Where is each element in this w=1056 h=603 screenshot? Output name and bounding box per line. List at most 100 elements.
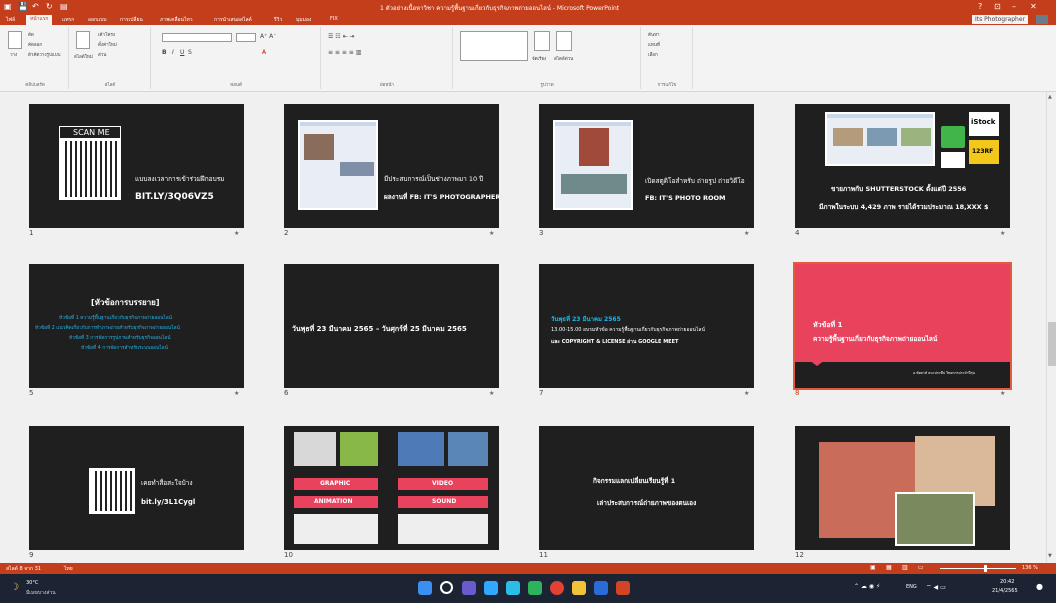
align-icon[interactable]: ≡ ≡ ≡ ≡ ▥: [328, 49, 361, 56]
scroll-down-icon[interactable]: ▼: [1048, 553, 1056, 559]
user-account[interactable]: Its Photographer: [972, 15, 1028, 24]
tab-review[interactable]: รีวิว: [274, 16, 282, 24]
clock-time[interactable]: 20:42: [1000, 579, 1014, 585]
help-button[interactable]: ?: [978, 2, 982, 11]
photoshop-icon[interactable]: [484, 581, 498, 595]
bullets-icon[interactable]: ☰ ☷ ⇤ ⇥: [328, 33, 355, 40]
slide-thumbnail-8[interactable]: หัวข้อที่ 1 ความรู้พื้นฐานเกี่ยวกับธุรกิ…: [793, 262, 1012, 390]
istock-logo: iStock: [969, 112, 999, 136]
redo-icon[interactable]: ↻: [46, 2, 53, 12]
reset-button[interactable]: ตั้งค่าใหม่: [98, 41, 117, 48]
normal-view-icon[interactable]: ▣: [870, 564, 876, 571]
app-icon[interactable]: [528, 581, 542, 595]
font-name-combobox[interactable]: [162, 33, 232, 42]
ribbon-display-button[interactable]: ⊡: [994, 2, 1001, 11]
scroll-up-icon[interactable]: ▲: [1048, 94, 1056, 100]
vertical-scrollbar[interactable]: ▲ ▼: [1046, 92, 1056, 563]
find-button[interactable]: ค้นหา: [648, 31, 660, 38]
language-indicator[interactable]: ไทย: [64, 565, 73, 573]
tab-design[interactable]: ออกแบบ: [88, 16, 107, 24]
weather-temp[interactable]: 30°C: [26, 580, 38, 586]
slide-number: 11: [539, 551, 548, 559]
slide-sorter-icon[interactable]: ▦: [886, 564, 892, 571]
shapes-gallery[interactable]: [460, 31, 528, 61]
search-icon[interactable]: [440, 581, 453, 594]
slide-thumbnail-5[interactable]: [หัวข้อการบรรยาย] หัวข้อที่ 1 ความรู้พื้…: [29, 264, 244, 388]
italic-icon[interactable]: I: [172, 49, 174, 56]
save-icon[interactable]: 💾: [18, 2, 28, 12]
start-slideshow-icon[interactable]: ▤: [60, 2, 68, 12]
quick-styles-button[interactable]: สไตล์ด่วน: [554, 55, 573, 62]
chat-icon[interactable]: [462, 581, 476, 595]
slide-text: หัวข้อที่ 1: [813, 321, 843, 329]
chrome-icon[interactable]: [550, 581, 564, 595]
tab-view[interactable]: มุมมอง: [296, 16, 311, 24]
new-slide-icon[interactable]: [76, 31, 90, 49]
tab-slideshow[interactable]: การนำเสนอสไลด์: [214, 16, 252, 24]
slide-text: bit.ly/3L1Cygl: [141, 498, 196, 506]
select-button[interactable]: เลือก: [648, 51, 658, 58]
underline-icon[interactable]: U: [180, 49, 184, 56]
input-language[interactable]: ENG: [906, 584, 917, 590]
avatar[interactable]: [1036, 15, 1048, 24]
font-size-combobox[interactable]: [236, 33, 256, 42]
file-explorer-icon[interactable]: [572, 581, 586, 595]
start-icon[interactable]: [418, 581, 432, 595]
close-button[interactable]: ✕: [1030, 2, 1037, 11]
slide-thumbnail-11[interactable]: กิจกรรมแลกเปลี่ยนเรียนรู้ที่ 1 เล่าประสบ…: [539, 426, 754, 550]
layout-button[interactable]: เค้าโครง: [98, 31, 115, 38]
clock-date[interactable]: 21/4/2565: [992, 588, 1018, 594]
slide-thumbnail-12[interactable]: [795, 426, 1010, 550]
network-volume-icon[interactable]: ⌔ ◀ ▭: [926, 583, 946, 591]
tab-file[interactable]: ไฟล์: [6, 16, 15, 24]
slide-thumbnail-3[interactable]: เปิดสตูดิโอสำหรับ ถ่ายรูป ถ่ายวิดีโอ FB:…: [539, 104, 754, 228]
section-button[interactable]: ส่วน: [98, 51, 106, 58]
copy-button[interactable]: คัดลอก: [28, 41, 42, 48]
tab-animations[interactable]: ภาพเคลื่อนไหว: [160, 16, 193, 24]
slide-thumbnail-2[interactable]: มีประสบการณ์เป็นช่างภาพมา 10 ปี ผลงานที่…: [284, 104, 499, 228]
format-painter-button[interactable]: ตัวคัดวางรูปแบบ: [28, 51, 61, 58]
tab-transitions[interactable]: การเปลี่ยน: [120, 16, 143, 24]
slide-text: วันพุธที่ 23 มีนาคม 2565: [551, 316, 621, 323]
paste-icon[interactable]: [8, 31, 22, 49]
zoom-level[interactable]: 136 %: [1022, 565, 1038, 571]
paste-label[interactable]: วาง: [10, 51, 17, 58]
slide-text: SOUND: [432, 498, 457, 505]
quick-styles-icon[interactable]: [556, 31, 572, 51]
slide-thumbnail-6[interactable]: วันพุธที่ 23 มีนาคม 2565 – วันศุกร์ที่ 2…: [284, 264, 499, 388]
slide-thumbnail-4[interactable]: iStock 123RF ขายภาพกับ SHUTTERSTOCK ตั้ง…: [795, 104, 1010, 228]
arrange-icon[interactable]: [534, 31, 550, 51]
store-icon[interactable]: [594, 581, 608, 595]
edge-icon[interactable]: [506, 581, 520, 595]
bold-icon[interactable]: B: [162, 49, 167, 56]
powerpoint-icon[interactable]: [616, 581, 630, 595]
slide-text: หัวข้อที่ 4 การจัดการสำหรับระบบออนไลน์: [81, 346, 168, 351]
grow-font-icon[interactable]: A⁺ A⁻: [260, 33, 276, 40]
weather-desc[interactable]: มีเมฆบางส่วน: [26, 589, 56, 597]
arrange-button[interactable]: จัดเรียง: [532, 55, 546, 62]
font-color-icon[interactable]: A: [262, 49, 266, 56]
group-clipboard: วาง ตัด คัดลอก ตัวคัดวางรูปแบบ คลิปบอร์ด: [2, 27, 69, 89]
undo-icon[interactable]: ↶: [32, 2, 39, 12]
slideshow-icon[interactable]: ▭: [918, 564, 924, 571]
shadow-icon[interactable]: S: [188, 49, 192, 56]
slide-thumbnail-9[interactable]: เคยทำสื่อสะใจบ้าง bit.ly/3L1Cygl: [29, 426, 244, 550]
notification-icon[interactable]: ●: [1036, 582, 1043, 591]
tab-home[interactable]: หน้าแรก: [26, 15, 53, 25]
slide-thumbnail-7[interactable]: วันพุธที่ 23 มีนาคม 2565 13.00-15.00 อบร…: [539, 264, 754, 388]
tab-fix[interactable]: FIX: [330, 16, 338, 22]
new-slide-button[interactable]: สไลด์ใหม่: [74, 53, 93, 60]
window-title: 1 ตัวอย่างเนื้อหาวิชา ความรู้พื้นฐานเกี่…: [380, 5, 620, 12]
tab-insert[interactable]: แทรก: [62, 16, 74, 24]
slide-thumbnail-1[interactable]: SCAN ME แบบลงเวลาการเข้าร่วมฝึกอบรม BIT.…: [29, 104, 244, 228]
slide-thumbnail-10[interactable]: GRAPHIC VIDEO ANIMATION SOUND: [284, 426, 499, 550]
cut-button[interactable]: ตัด: [28, 31, 34, 38]
reading-view-icon[interactable]: ▥: [902, 564, 908, 571]
replace-button[interactable]: แทนที่: [648, 41, 660, 48]
weather-icon[interactable]: ☽: [10, 582, 19, 593]
scrollbar-thumb[interactable]: [1048, 322, 1056, 366]
zoom-slider-thumb[interactable]: [984, 565, 987, 572]
minimize-button[interactable]: –: [1012, 2, 1016, 11]
tray-icons[interactable]: ⌃ ☁ ◉ ⚡: [854, 583, 880, 590]
zoom-slider[interactable]: [940, 568, 1016, 569]
